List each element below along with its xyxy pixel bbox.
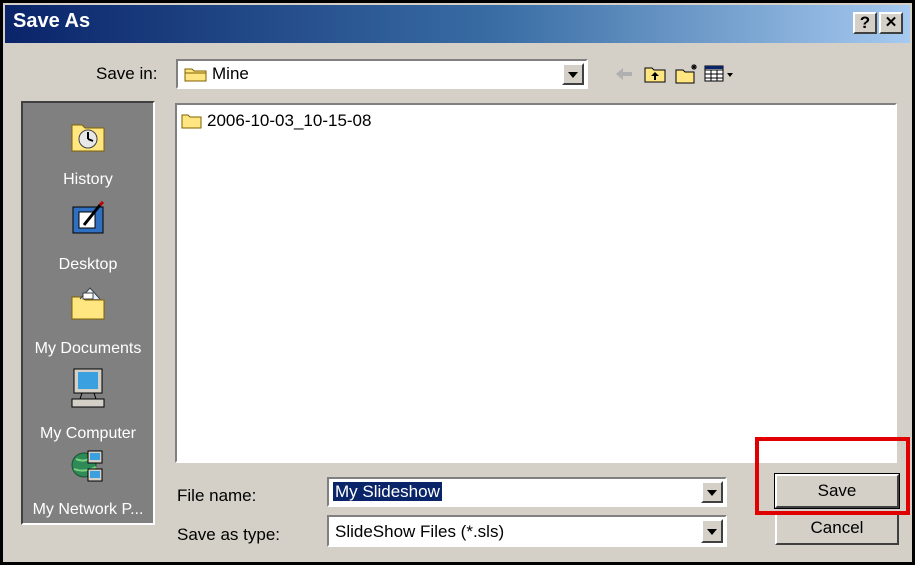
my-computer-icon <box>70 367 106 408</box>
file-list[interactable]: 2006-10-03_10-15-08 <box>175 103 897 463</box>
file-name-dropdown-arrow[interactable] <box>701 481 723 503</box>
place-label: History <box>63 171 113 188</box>
place-label: My Computer <box>39 425 137 442</box>
save-as-type-label: Save as type: <box>177 525 281 544</box>
save-as-type-value: SlideShow Files (*.sls) <box>335 522 505 541</box>
my-documents-icon <box>70 285 106 320</box>
view-menu-icon[interactable] <box>703 63 737 85</box>
place-label: My Documents <box>34 340 142 357</box>
folder-icon <box>184 66 208 87</box>
back-arrow-icon[interactable] <box>613 63 635 85</box>
place-my-documents[interactable]: My Documents <box>23 283 153 363</box>
folder-icon <box>181 113 203 134</box>
window-title: Save As <box>13 10 91 32</box>
highlight-box <box>755 437 910 515</box>
history-icon <box>70 119 106 153</box>
place-label: Desktop <box>58 256 118 273</box>
new-folder-icon[interactable] <box>674 63 700 85</box>
places-bar: History Desktop My Documents My Computer… <box>21 101 155 525</box>
file-name-input[interactable]: My Slideshow <box>327 477 727 507</box>
file-name-value: My Slideshow <box>333 482 442 501</box>
save-in-dropdown-arrow[interactable] <box>562 63 584 85</box>
title-bar[interactable]: Save As ? ✕ <box>5 5 910 43</box>
file-name: 2006-10-03_10-15-08 <box>207 111 372 130</box>
close-button[interactable]: ✕ <box>879 12 903 34</box>
place-my-computer[interactable]: My Computer <box>23 367 153 447</box>
up-folder-icon[interactable] <box>643 63 667 85</box>
network-places-icon <box>70 449 106 483</box>
place-desktop[interactable]: Desktop <box>23 199 153 279</box>
place-network[interactable]: My Network P... <box>23 449 153 525</box>
desktop-icon <box>70 200 106 235</box>
file-name-label: File name: <box>177 486 257 505</box>
save-in-dropdown[interactable]: Mine <box>176 59 588 89</box>
cancel-button[interactable]: Cancel <box>775 511 899 545</box>
save-as-type-dropdown-arrow[interactable] <box>701 519 723 543</box>
save-in-value: Mine <box>212 64 249 83</box>
save-in-label: Save in: <box>96 64 158 83</box>
save-as-type-dropdown[interactable]: SlideShow Files (*.sls) <box>327 515 727 547</box>
help-button[interactable]: ? <box>853 12 877 34</box>
place-history[interactable]: History <box>23 115 153 195</box>
place-label: My Network P... <box>32 501 144 518</box>
